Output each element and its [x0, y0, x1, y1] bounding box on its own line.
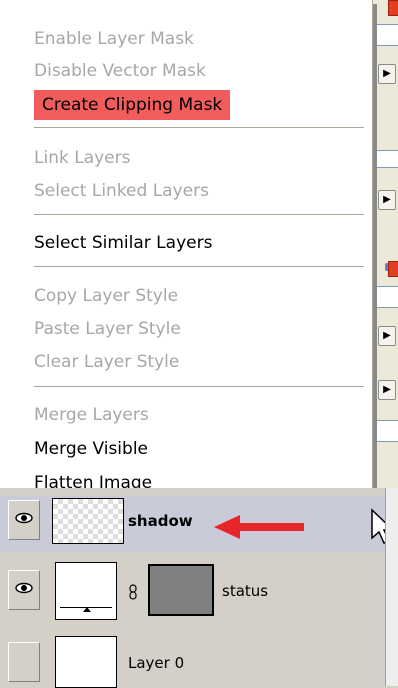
layer-name[interactable]: Layer 0 — [128, 654, 184, 672]
layer-name[interactable]: shadow — [128, 512, 193, 530]
menu-item-select-similar-layers[interactable]: Select Similar Layers — [34, 228, 212, 258]
panel-tab[interactable] — [372, 150, 398, 168]
panel-tab[interactable] — [372, 24, 398, 46]
menu-item-merge-layers[interactable]: Merge Layers — [34, 400, 149, 430]
layers-scrollbar[interactable] — [385, 488, 398, 686]
menu-item-disable-vector-mask[interactable]: Disable Vector Mask — [34, 56, 206, 86]
menu-item-enable-layer-mask[interactable]: Enable Layer Mask — [34, 24, 194, 54]
menu-item-merge-visible[interactable]: Merge Visible — [34, 434, 148, 464]
panel-menu-arrow-icon[interactable]: ▶ — [378, 326, 396, 346]
menu-item-link-layers[interactable]: Link Layers — [34, 143, 130, 173]
panel-menu-arrow-icon[interactable]: ▶ — [378, 190, 396, 210]
layer-thumbnail — [55, 562, 117, 620]
panel-tab[interactable] — [372, 286, 398, 308]
layer-name[interactable]: status — [222, 582, 268, 600]
close-icon[interactable] — [388, 0, 398, 16]
menu-separator — [34, 386, 364, 387]
thumbnail-triangle — [83, 607, 91, 612]
menu-separator — [34, 127, 364, 128]
menu-separator — [34, 214, 364, 215]
eye-icon — [15, 512, 33, 524]
panel-tab[interactable] — [372, 420, 398, 442]
menu-separator — [34, 266, 364, 267]
layer-thumbnail — [52, 498, 124, 544]
close-icon[interactable] — [388, 261, 398, 277]
visibility-toggle[interactable] — [8, 500, 40, 540]
menu-item-copy-layer-style[interactable]: Copy Layer Style — [34, 281, 178, 311]
link-chain-icon[interactable] — [128, 584, 138, 600]
layer-mask-thumbnail[interactable] — [148, 564, 214, 616]
menu-item-select-linked-layers[interactable]: Select Linked Layers — [34, 176, 209, 206]
layer-row-status[interactable]: status — [0, 552, 385, 631]
layer-row-shadow[interactable]: shadow — [0, 496, 385, 553]
visibility-toggle[interactable] — [8, 570, 40, 610]
menu-item-paste-layer-style[interactable]: Paste Layer Style — [34, 314, 181, 344]
layer-thumbnail — [55, 636, 117, 688]
layer-context-menu: Enable Layer Mask Disable Vector Mask Cr… — [0, 0, 373, 493]
menu-item-create-clipping-mask[interactable]: Create Clipping Mask — [34, 90, 231, 120]
red-arrow-annotation-icon — [214, 515, 304, 539]
layer-row-layer-0[interactable]: Layer 0 — [0, 630, 385, 688]
eye-icon — [15, 582, 33, 594]
panel-menu-arrow-icon[interactable]: ▶ — [378, 64, 396, 84]
panel-menu-arrow-icon[interactable]: ▶ — [378, 380, 396, 400]
visibility-toggle-empty[interactable] — [8, 642, 40, 682]
menu-item-clear-layer-style[interactable]: Clear Layer Style — [34, 347, 179, 377]
